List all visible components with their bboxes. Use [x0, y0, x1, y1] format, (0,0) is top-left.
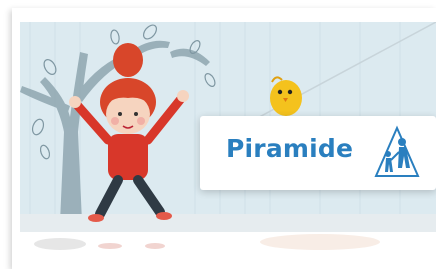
pyramid-logo-icon — [374, 125, 420, 177]
hero-illustration: Piramide — [20, 22, 436, 232]
blurred-floor — [20, 232, 436, 269]
brand-logo-card[interactable]: Piramide — [200, 116, 436, 190]
page-frame: Piramide — [0, 0, 436, 269]
brand-name: Piramide — [226, 134, 354, 163]
